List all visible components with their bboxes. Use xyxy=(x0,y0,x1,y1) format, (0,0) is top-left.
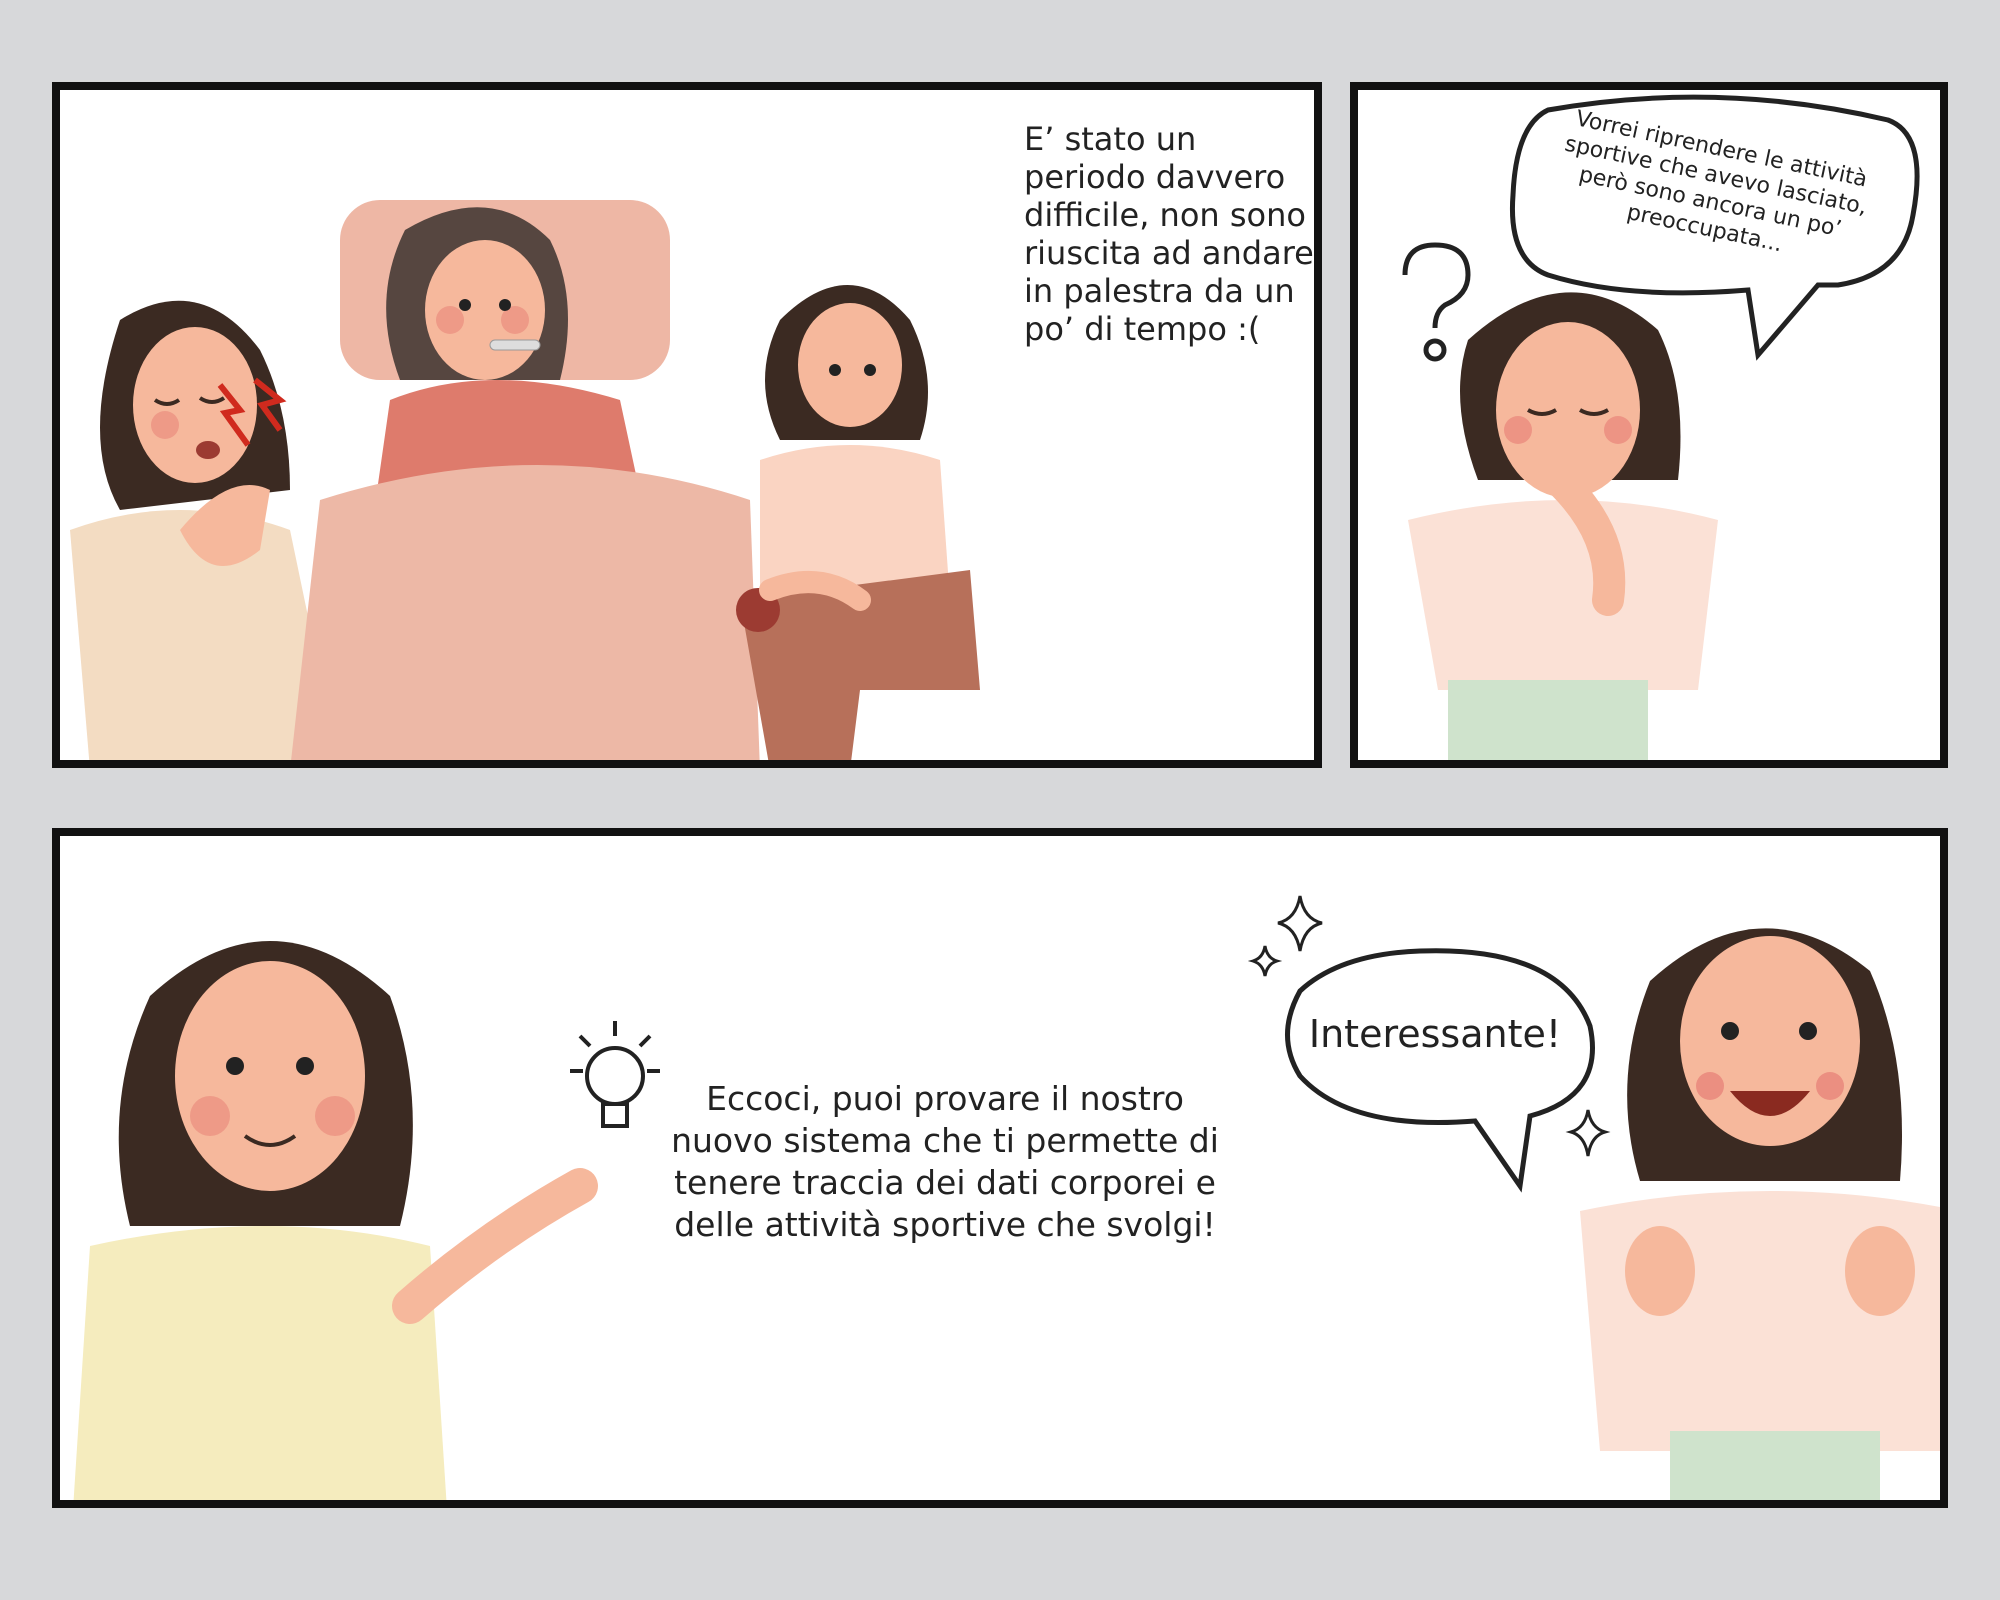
panel-3-bubble-text: Interessante! xyxy=(1308,1012,1562,1056)
sick-woman-in-bed-illustration xyxy=(291,200,760,760)
presenting-woman-illustration xyxy=(73,941,598,1500)
panel-3: Eccoci, puoi provare il nostro nuovo sis… xyxy=(52,828,1948,1508)
thumbs-up-woman-illustration xyxy=(1580,928,1940,1500)
panel-1: E’ stato un periodo davvero difficile, n… xyxy=(52,82,1322,768)
thinking-woman-illustration xyxy=(1408,292,1718,760)
panel-2: Vorrei riprendere le attività sportive c… xyxy=(1350,82,1948,768)
speech-bubble xyxy=(1285,948,1595,1193)
panel-3-narration: Eccoci, puoi provare il nostro nuovo sis… xyxy=(671,1079,1219,1244)
panel-1-narration: E’ stato un periodo davvero difficile, n… xyxy=(1024,120,1314,348)
lightbulb-icon xyxy=(570,1021,660,1128)
woman-knee-pain-illustration xyxy=(736,285,980,760)
pain-bolt-icon xyxy=(217,377,287,447)
